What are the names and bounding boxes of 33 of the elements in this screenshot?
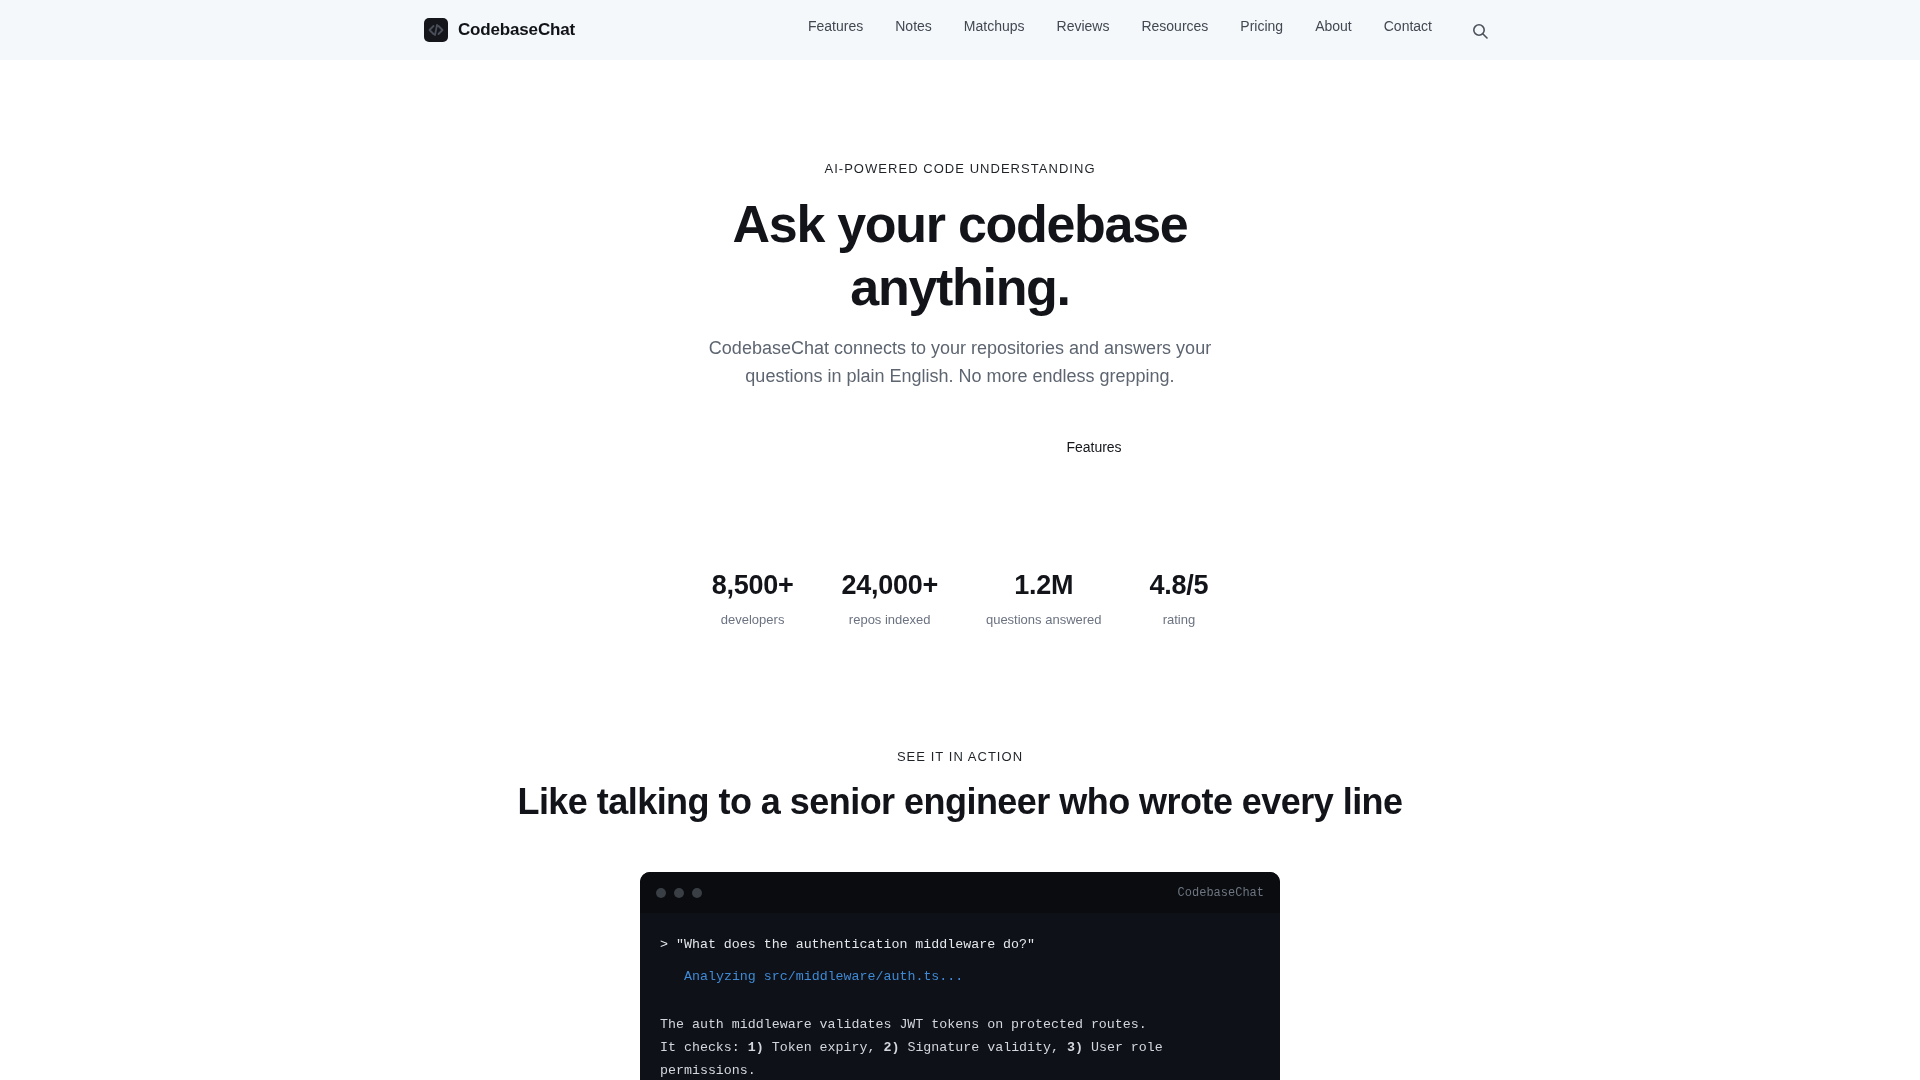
status-line: Analyzing src/middleware/auth.ts... — [683, 968, 965, 986]
logo-icon — [424, 18, 448, 42]
section-eyebrow: AI-POWERED CODE UNDERSTANDING — [824, 161, 1096, 177]
section-eyebrow: SEE IT IN ACTION — [896, 749, 1024, 765]
stat-value: 4.8/5 — [1149, 569, 1209, 601]
response-line: It checks: 1) Token expiry, 2) Signature validity, 3) User role permissions. — [660, 1039, 1164, 1080]
prompt-line: > "What does the authentication middleware do?" — [660, 936, 1037, 954]
hero-subtitle: CodebaseChat connects to your repositories and answers your questions in plain English. No more endless grepping. — [707, 337, 1213, 388]
nav-link[interactable]: Pricing — [1240, 15, 1284, 36]
stat-label: questions answered — [985, 611, 1102, 629]
nav-link[interactable]: About — [1315, 15, 1352, 36]
search-icon — [1472, 22, 1488, 39]
stat-label: developers — [720, 611, 785, 629]
stat-value: 1.2M — [1014, 569, 1074, 601]
stat-value: 24,000+ — [841, 569, 938, 601]
stat-value: 8,500+ — [711, 569, 794, 601]
nav-link[interactable]: Matchups — [963, 15, 1025, 36]
window-dot-icon — [656, 887, 666, 898]
nav-link[interactable]: Reviews — [1056, 15, 1110, 36]
window-dot-icon — [674, 887, 684, 898]
response-line: The auth middleware validates JWT tokens on protected routes. — [660, 1016, 1148, 1034]
nav-link[interactable]: Contact — [1383, 15, 1432, 36]
stat-label: rating — [1162, 611, 1196, 629]
nav-link[interactable]: Resources — [1141, 15, 1209, 36]
nav-link[interactable]: Notes — [895, 15, 932, 36]
stat-label: repos indexed — [848, 611, 931, 629]
hero-title: Ask your codebase anything. — [731, 194, 1189, 318]
features-link[interactable]: Features — [1066, 437, 1122, 457]
brand-name[interactable]: CodebaseChat — [458, 20, 575, 40]
nav-link[interactable]: Features — [808, 15, 864, 36]
section-title: Like talking to a senior engineer who wrote every line — [517, 780, 1403, 824]
window-dot-icon — [692, 887, 702, 898]
terminal-title: CodebaseChat — [1177, 885, 1264, 900]
